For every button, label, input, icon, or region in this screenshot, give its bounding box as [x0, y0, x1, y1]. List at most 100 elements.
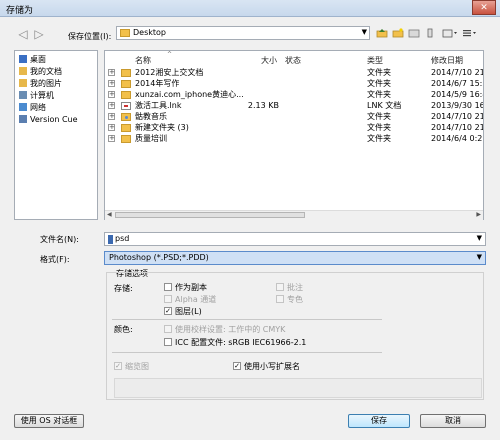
format-value: Photoshop (*.PSD;*.PDD) [109, 253, 209, 262]
expand-icon[interactable]: + [108, 91, 115, 98]
file-row[interactable]: + 2012湘安上交文档 文件夹 2014/7/10 21 [105, 68, 483, 78]
column-header-name[interactable]: 名称 [135, 55, 151, 66]
thumbnail-label: 缩览图 [125, 362, 149, 371]
pictures-icon [19, 79, 27, 87]
view-menu-icon[interactable] [462, 28, 476, 38]
file-name: 激活工具.lnk [135, 101, 182, 110]
file-row[interactable]: + 骷教音乐 文件夹 2014/7/10 21 [105, 112, 483, 122]
text-cursor [108, 235, 113, 244]
filename-input[interactable]: psd ▼ [104, 232, 486, 246]
column-header-modified[interactable]: 修改日期 [431, 55, 463, 66]
place-label: 桌面 [30, 55, 46, 64]
file-row[interactable]: + 激活工具.lnk 2.13 KB LNK 文档 2013/9/30 16 [105, 101, 483, 111]
save-section-label: 存储: [114, 284, 133, 293]
file-type: 文件夹 [367, 79, 391, 88]
place-label: 网络 [30, 103, 46, 112]
filename-value: psd [115, 234, 130, 243]
place-documents[interactable]: 我的文档 [19, 67, 62, 77]
file-type: LNK 文档 [367, 101, 402, 110]
computer-icon [19, 91, 27, 99]
file-row[interactable]: + 2014年写作 文件夹 2014/6/7 15:2 [105, 79, 483, 89]
new-folder-icon[interactable] [392, 28, 404, 38]
close-button[interactable]: ✕ [472, 0, 496, 15]
spot-colors-label: 专色 [287, 295, 303, 304]
file-row[interactable]: + 新建文件夹 (3) 文件夹 2014/7/10 21 [105, 123, 483, 133]
expand-icon[interactable]: + [108, 80, 115, 87]
scrollbar-thumb[interactable] [115, 212, 305, 218]
filename-label: 文件名(N): [40, 235, 79, 244]
thumbnail-checkbox[interactable]: ✓ [114, 362, 122, 370]
views-icon[interactable] [442, 28, 457, 38]
library-icon[interactable] [424, 28, 436, 38]
place-version-cue[interactable]: Version Cue [19, 115, 78, 125]
divider [112, 352, 382, 353]
scroll-left-icon[interactable]: ◀ [107, 211, 112, 218]
cancel-button[interactable]: 取消 [420, 414, 486, 428]
place-network[interactable]: 网络 [19, 103, 46, 113]
save-button[interactable]: 保存 [348, 414, 410, 428]
version-cue-icon [19, 115, 27, 123]
expand-icon[interactable]: + [108, 69, 115, 76]
window-title: 存储为 [6, 6, 34, 16]
file-list[interactable]: 名称 ^ 大小 状态 类型 修改日期 + 2012湘安上交文档 文件夹 2014… [104, 50, 484, 220]
color-section-label: 颜色: [114, 325, 133, 334]
column-header-type[interactable]: 类型 [367, 55, 383, 66]
expand-icon[interactable]: + [108, 102, 115, 109]
place-computer[interactable]: 计算机 [19, 91, 54, 101]
file-modified: 2014/6/4 0:21 [431, 134, 484, 143]
expand-icon[interactable]: + [108, 113, 115, 120]
alpha-channels-checkbox[interactable] [164, 295, 172, 303]
file-row[interactable]: + xunzai.com_iphone黄迪心... 文件夹 2014/5/9 1… [105, 90, 483, 100]
file-modified: 2014/7/10 21 [431, 68, 484, 77]
format-label: 格式(F): [40, 255, 70, 264]
horizontal-scrollbar[interactable]: ◀ ▶ [105, 210, 483, 220]
layers-checkbox[interactable]: ✓ [164, 307, 172, 315]
use-os-dialog-button[interactable]: 使用 OS 对话框 [14, 414, 84, 428]
file-modified: 2014/6/7 15:2 [431, 79, 484, 88]
as-copy-checkbox[interactable] [164, 283, 172, 291]
file-row[interactable]: + 质量培训 文件夹 2014/6/4 0:21 [105, 134, 483, 144]
back-button[interactable]: ◁ [16, 27, 30, 41]
place-label: 我的图片 [30, 79, 62, 88]
as-copy-label: 作为副本 [175, 283, 207, 292]
file-size: 2.13 KB [247, 101, 279, 110]
place-pictures[interactable]: 我的图片 [19, 79, 62, 89]
icc-profile-checkbox[interactable] [164, 338, 172, 346]
place-label: 计算机 [30, 91, 54, 100]
folder-icon [121, 80, 131, 88]
expand-icon[interactable]: + [108, 135, 115, 142]
icc-profile-label: ICC 配置文件: sRGB IEC61966-2.1 [175, 338, 307, 347]
layers-label: 图层(L) [175, 307, 202, 316]
chevron-down-icon: ▼ [476, 253, 482, 261]
spot-colors-checkbox[interactable] [276, 295, 284, 303]
proof-setup-checkbox[interactable] [164, 325, 172, 333]
save-location-dropdown[interactable]: Desktop ▼ [116, 26, 370, 40]
title-bar [0, 0, 500, 17]
column-header-status[interactable]: 状态 [285, 55, 301, 66]
music-folder-icon [121, 113, 131, 121]
place-label: 我的文档 [30, 67, 62, 76]
expand-icon[interactable]: + [108, 124, 115, 131]
lowercase-extension-label: 使用小写扩展名 [244, 362, 300, 371]
forward-button[interactable]: ▷ [32, 27, 46, 41]
lowercase-extension-checkbox[interactable]: ✓ [233, 362, 241, 370]
scroll-right-icon[interactable]: ▶ [476, 211, 481, 218]
format-dropdown[interactable]: Photoshop (*.PSD;*.PDD) ▼ [104, 251, 486, 265]
file-name: 质量培训 [135, 134, 167, 143]
place-desktop[interactable]: 桌面 [19, 55, 46, 65]
file-modified: 2014/7/10 21 [431, 123, 484, 132]
chevron-down-icon[interactable]: ▼ [477, 234, 482, 242]
folder-icon [120, 29, 130, 37]
folder-icon [121, 135, 131, 143]
file-name: 骷教音乐 [135, 112, 167, 121]
notes-checkbox[interactable] [276, 283, 284, 291]
sort-arrow-icon: ^ [167, 51, 173, 58]
column-header-size[interactable]: 大小 [261, 55, 277, 66]
file-modified: 2014/5/9 16:4 [431, 90, 484, 99]
places-sidebar: 桌面 我的文档 我的图片 计算机 网络 Version Cue [14, 50, 98, 220]
go-up-icon[interactable] [376, 28, 388, 38]
file-name: 新建文件夹 (3) [135, 123, 189, 132]
shortcut-icon [121, 102, 131, 110]
alpha-channels-label: Alpha 通道 [175, 295, 217, 304]
folder-icon[interactable] [408, 28, 420, 38]
